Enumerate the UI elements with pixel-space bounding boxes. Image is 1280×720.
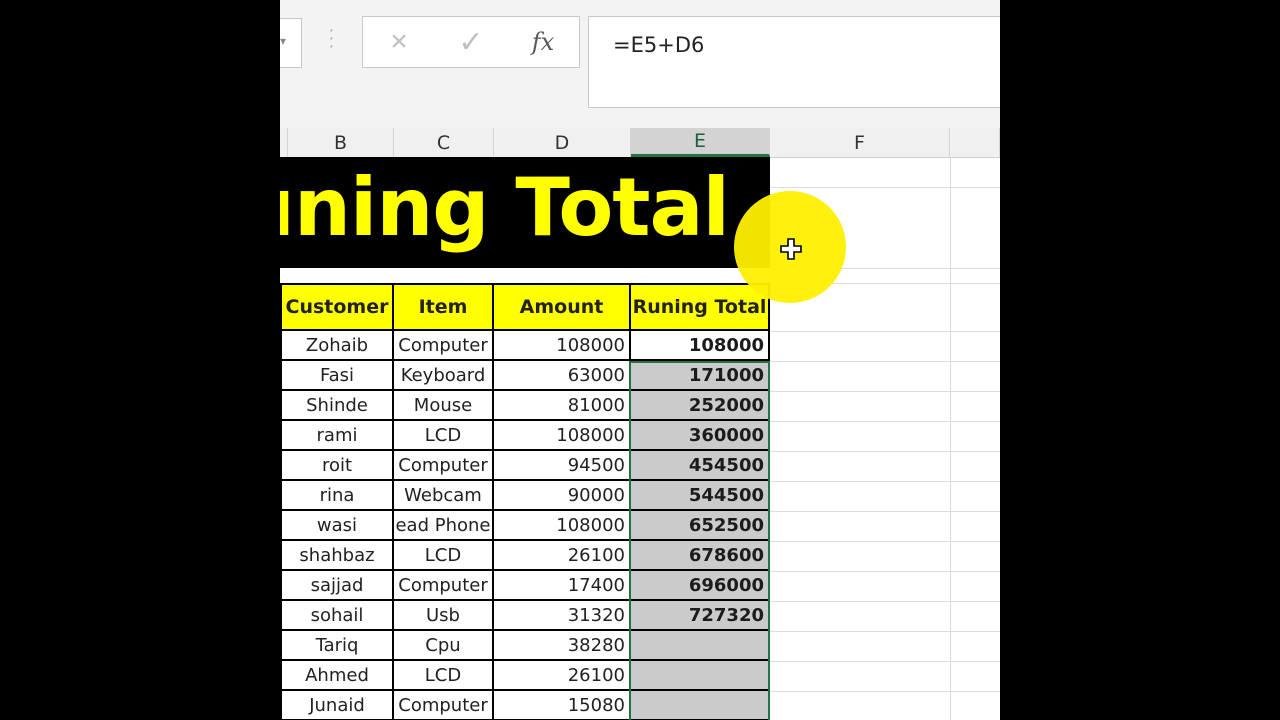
amount-cell[interactable]: 26100 [494, 541, 631, 571]
item-cell[interactable]: Mouse [394, 391, 494, 421]
item-cell[interactable]: LCD [394, 541, 494, 571]
amount-cell[interactable]: 63000 [494, 361, 631, 391]
gridline [770, 601, 1000, 602]
column-header-g[interactable] [950, 128, 1000, 157]
running-total-cell[interactable]: 696000 [631, 571, 770, 601]
amount-cell[interactable]: 94500 [494, 451, 631, 481]
running-total-cell[interactable]: 544500 [631, 481, 770, 511]
excel-window: ▾ · · · × ✓ fx =E5+D6 B C D E F uning Tota… [280, 0, 1000, 720]
header-item[interactable]: Item [394, 283, 494, 331]
customer-cell[interactable]: Ahmed [280, 661, 394, 691]
column-header-b[interactable]: B [288, 128, 394, 157]
fill-cross-cursor-icon [780, 238, 802, 260]
gridline [770, 331, 1000, 332]
cancel-glyph: × [390, 25, 408, 58]
running-total-cell[interactable]: 652500 [631, 511, 770, 541]
item-cell[interactable]: Cpu [394, 631, 494, 661]
formula-input[interactable]: =E5+D6 [588, 16, 1000, 108]
running-total-cell[interactable]: 252000 [631, 391, 770, 421]
worksheet-grid[interactable]: uning Total Customer Item Amount Runing … [280, 157, 1000, 720]
enter-check-icon[interactable]: ✓ [451, 23, 491, 61]
gridline [770, 661, 1000, 662]
header-running-total[interactable]: Runing Total [631, 283, 770, 331]
gridline [770, 631, 1000, 632]
customer-cell[interactable]: sohail [280, 601, 394, 631]
running-total-cell[interactable]: 727320 [631, 601, 770, 631]
cancel-icon[interactable]: × [379, 23, 419, 61]
item-cell[interactable]: Keyboard [394, 361, 494, 391]
customer-cell[interactable]: rami [280, 421, 394, 451]
running-total-cell[interactable]: 678600 [631, 541, 770, 571]
running-total-cell[interactable]: 171000 [631, 361, 770, 391]
formula-text: =E5+D6 [613, 33, 705, 57]
customer-cell[interactable]: sajjad [280, 571, 394, 601]
gridline [770, 691, 1000, 692]
running-total-cell[interactable]: 360000 [631, 421, 770, 451]
column-header-a[interactable] [280, 128, 288, 157]
formula-bar-area: ▾ · · · × ✓ fx =E5+D6 [280, 0, 1000, 128]
amount-cell[interactable]: 108000 [494, 331, 631, 361]
column-header-f[interactable]: F [770, 128, 950, 157]
column-headers: B C D E F [280, 128, 1000, 158]
gridline [770, 511, 1000, 512]
customer-cell[interactable]: wasi [280, 511, 394, 541]
banner-title: uning Total [280, 161, 730, 254]
customer-cell[interactable]: Tariq [280, 631, 394, 661]
gridline [770, 391, 1000, 392]
gridline [770, 421, 1000, 422]
item-cell[interactable]: LCD [394, 661, 494, 691]
running-total-cell[interactable]: 108000 [631, 331, 770, 361]
customer-cell[interactable]: shahbaz [280, 541, 394, 571]
enter-glyph: ✓ [458, 25, 484, 59]
customer-cell[interactable]: roit [280, 451, 394, 481]
amount-cell[interactable]: 15080 [494, 691, 631, 720]
fx-label: fx [531, 28, 555, 56]
running-total-cell[interactable] [631, 661, 770, 691]
column-header-d[interactable]: D [494, 128, 631, 157]
customer-cell[interactable]: Fasi [280, 361, 394, 391]
item-cell[interactable]: ead Phone [394, 511, 494, 541]
header-customer[interactable]: Customer [280, 283, 394, 331]
gridline [950, 157, 951, 720]
customer-cell[interactable]: Shinde [280, 391, 394, 421]
header-amount[interactable]: Amount [494, 283, 631, 331]
gridline [770, 571, 1000, 572]
column-header-c[interactable]: C [394, 128, 494, 157]
running-total-cell[interactable] [631, 691, 770, 720]
customer-cell[interactable]: Zohaib [280, 331, 394, 361]
resize-handle-icon[interactable]: · · · [328, 20, 335, 56]
item-cell[interactable]: Usb [394, 601, 494, 631]
amount-cell[interactable]: 17400 [494, 571, 631, 601]
amount-cell[interactable]: 81000 [494, 391, 631, 421]
item-cell[interactable]: Computer [394, 451, 494, 481]
running-total-cell[interactable] [631, 631, 770, 661]
customer-cell[interactable]: Junaid [280, 691, 394, 720]
item-cell[interactable]: LCD [394, 421, 494, 451]
amount-cell[interactable]: 26100 [494, 661, 631, 691]
item-cell[interactable]: Computer [394, 691, 494, 720]
formula-buttons: × ✓ fx [362, 16, 580, 68]
gridline [770, 541, 1000, 542]
amount-cell[interactable]: 31320 [494, 601, 631, 631]
amount-cell[interactable]: 38280 [494, 631, 631, 661]
item-cell[interactable]: Webcam [394, 481, 494, 511]
title-banner: uning Total [280, 157, 770, 268]
amount-cell[interactable]: 108000 [494, 421, 631, 451]
item-cell[interactable]: Computer [394, 571, 494, 601]
customer-cell[interactable]: rina [280, 481, 394, 511]
column-header-e[interactable]: E [631, 128, 770, 157]
insert-function-icon[interactable]: fx [523, 23, 563, 61]
name-box-dropdown-icon[interactable]: ▾ [280, 34, 286, 48]
running-total-cell[interactable]: 454500 [631, 451, 770, 481]
gridline [770, 361, 1000, 362]
gridline [770, 451, 1000, 452]
amount-cell[interactable]: 108000 [494, 511, 631, 541]
gridline [770, 187, 1000, 188]
gridline [770, 481, 1000, 482]
item-cell[interactable]: Computer [394, 331, 494, 361]
amount-cell[interactable]: 90000 [494, 481, 631, 511]
